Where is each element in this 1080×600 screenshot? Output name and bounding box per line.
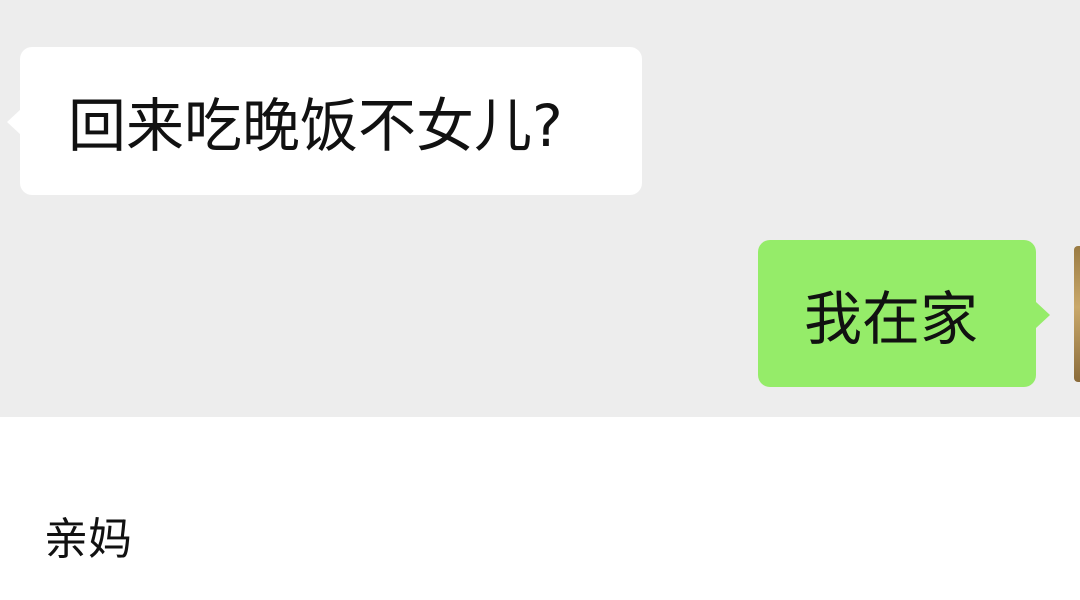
chat-screen: 回来吃晚饭不女儿? 我在家 亲妈: [0, 0, 1080, 600]
outgoing-message-bubble[interactable]: 我在家: [758, 240, 1050, 387]
bubble-tail-right: [1036, 302, 1050, 328]
incoming-message-bubble[interactable]: 回来吃晚饭不女儿?: [7, 47, 642, 195]
message-list[interactable]: 回来吃晚饭不女儿? 我在家: [0, 0, 1080, 417]
contact-panel: 亲妈: [0, 417, 1080, 600]
bubble-tail-left: [7, 109, 21, 135]
avatar[interactable]: [1074, 246, 1080, 382]
outgoing-message-text: 我在家: [804, 284, 979, 353]
incoming-message-text: 回来吃晚饭不女儿?: [68, 92, 563, 160]
contact-name[interactable]: 亲妈: [44, 503, 132, 567]
